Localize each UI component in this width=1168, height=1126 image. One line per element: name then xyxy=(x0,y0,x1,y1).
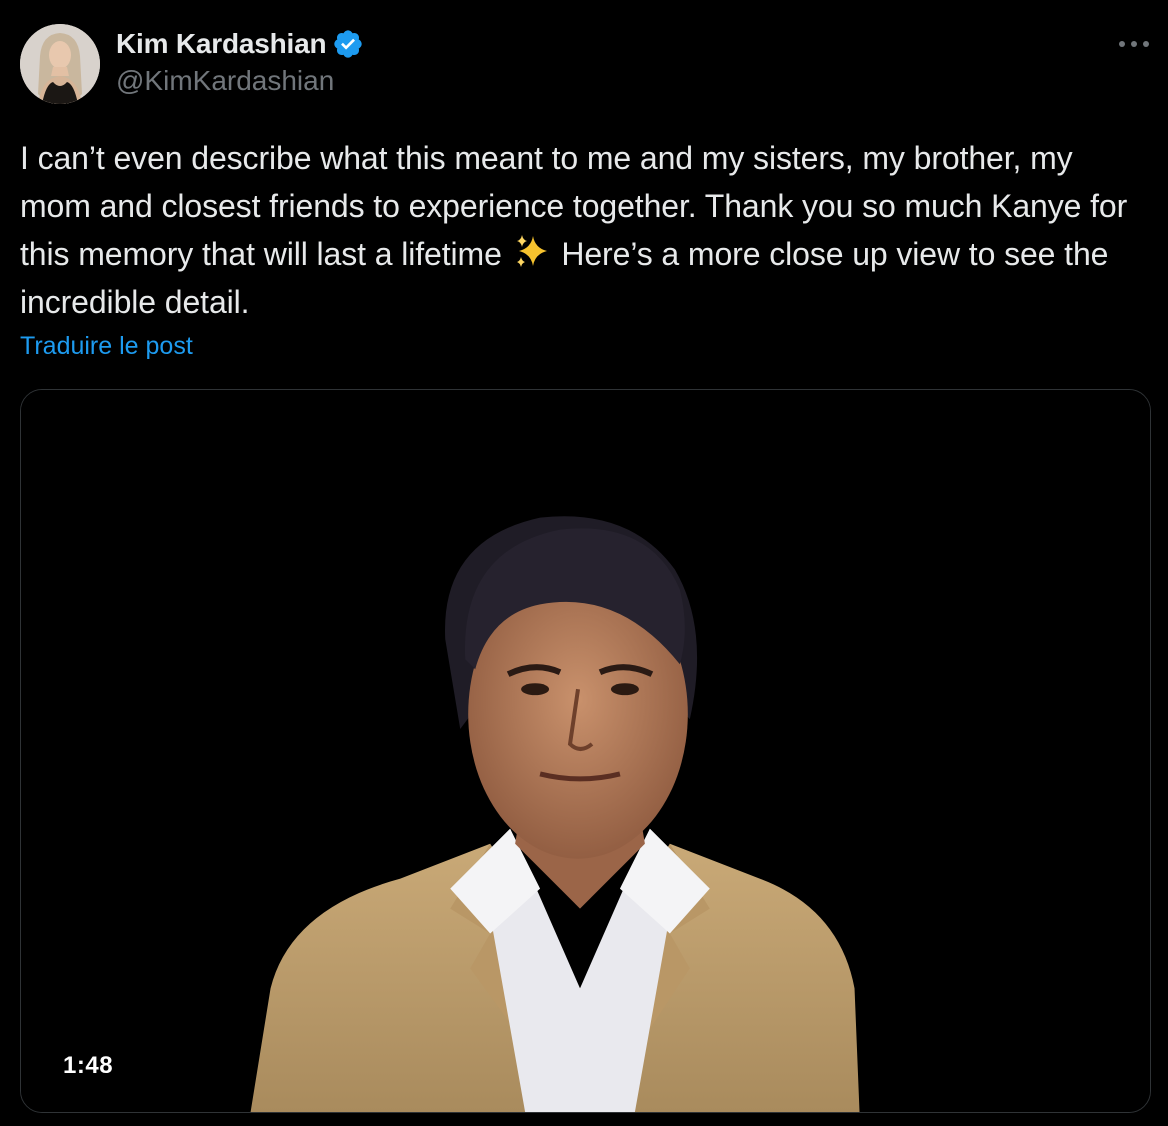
avatar[interactable] xyxy=(20,24,100,104)
video-duration: 1:48 xyxy=(53,1048,124,1084)
video-player[interactable]: 1:48 xyxy=(20,389,1151,1113)
handle[interactable]: @KimKardashian xyxy=(116,65,364,97)
display-name[interactable]: Kim Kardashian xyxy=(116,28,327,60)
verified-badge-icon[interactable] xyxy=(332,28,364,60)
name-row: Kim Kardashian xyxy=(116,26,364,62)
video-frame xyxy=(21,390,1150,1112)
author-info: Kim Kardashian @KimKardashian xyxy=(116,26,364,97)
avatar-image xyxy=(20,24,100,104)
tweet: Kim Kardashian @KimKardashian I can’t ev… xyxy=(0,0,1168,1126)
more-options-icon xyxy=(1119,41,1149,47)
tweet-text: I can’t even describe what this meant to… xyxy=(20,134,1150,326)
more-options-button[interactable] xyxy=(1114,28,1154,60)
translate-post-link[interactable]: Traduire le post xyxy=(20,332,193,361)
sparkles-emoji-icon xyxy=(513,233,551,271)
